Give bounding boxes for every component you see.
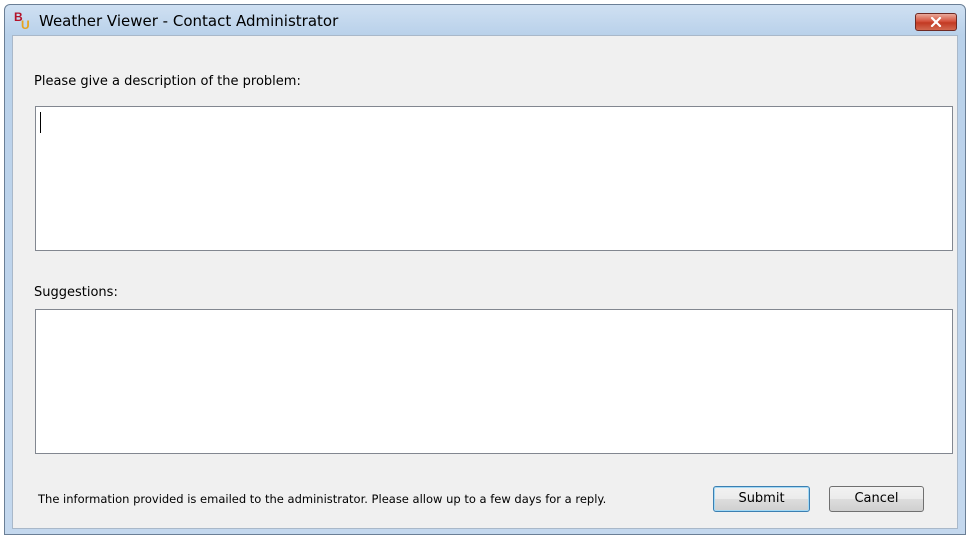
submit-button[interactable]: Submit xyxy=(713,486,810,512)
dialog-window: B U Weather Viewer - Contact Administrat… xyxy=(4,4,966,535)
cancel-button[interactable]: Cancel xyxy=(829,486,924,512)
window-title: Weather Viewer - Contact Administrator xyxy=(39,12,339,30)
info-text: The information provided is emailed to t… xyxy=(38,492,607,506)
close-icon xyxy=(930,17,942,27)
text-caret xyxy=(40,112,41,133)
title-bar[interactable]: B U Weather Viewer - Contact Administrat… xyxy=(5,5,965,35)
suggestions-label: Suggestions: xyxy=(34,285,118,300)
description-label: Please give a description of the problem… xyxy=(34,74,301,89)
app-logo-icon: B U xyxy=(14,10,30,30)
suggestions-textarea[interactable] xyxy=(35,309,953,454)
description-textarea[interactable] xyxy=(35,106,953,251)
dialog-body: Please give a description of the problem… xyxy=(12,35,958,529)
close-button[interactable] xyxy=(915,13,957,31)
logo-letter-u: U xyxy=(21,18,30,30)
